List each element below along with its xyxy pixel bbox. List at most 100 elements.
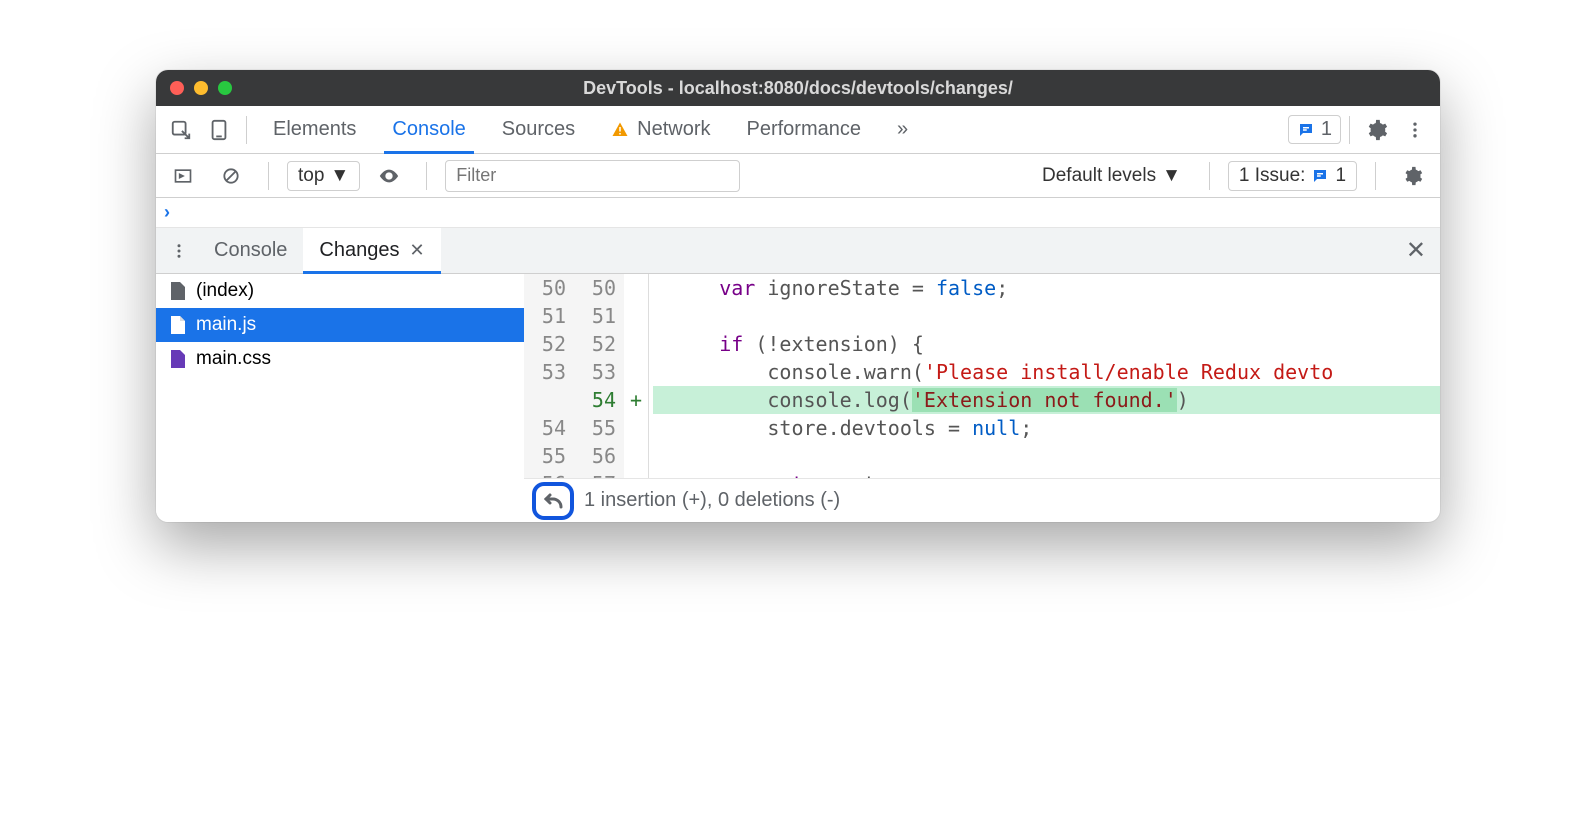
titlebar: DevTools - localhost:8080/docs/devtools/… <box>156 70 1440 106</box>
file-icon <box>170 315 186 335</box>
tab-sources[interactable]: Sources <box>484 106 593 153</box>
divider <box>1375 162 1376 190</box>
tab-label: Elements <box>273 118 356 141</box>
old-lineno <box>524 386 574 414</box>
diff-line: 56 57 return store; <box>524 470 1440 478</box>
main-tabstrip: Elements Console Sources Network Perform… <box>156 106 1440 154</box>
file-name: (index) <box>196 280 254 302</box>
diff-summary-text: 1 insertion (+), 0 deletions (-) <box>584 489 840 512</box>
issues-badge[interactable]: 1 <box>1288 115 1341 144</box>
new-lineno: 54 <box>574 386 624 414</box>
diff-marker: + <box>624 386 648 414</box>
old-lineno: 56 <box>524 470 574 478</box>
traffic-lights <box>170 81 232 95</box>
file-item-index[interactable]: (index) <box>156 274 524 308</box>
issue-count: 1 <box>1335 165 1346 187</box>
kebab-icon[interactable] <box>162 234 196 268</box>
inspect-icon[interactable] <box>164 113 198 147</box>
close-icon[interactable]: ✕ <box>409 240 424 261</box>
diff-lines: 50 50 var ignoreState = false; 51 51 52 … <box>524 274 1440 478</box>
new-lineno: 57 <box>574 470 624 478</box>
old-lineno: 55 <box>524 442 574 470</box>
revert-button[interactable] <box>532 482 574 520</box>
device-toggle-icon[interactable] <box>202 113 236 147</box>
code-text <box>653 442 1440 470</box>
divider <box>426 162 427 190</box>
divider <box>1209 162 1210 190</box>
tab-label: Changes <box>319 239 399 262</box>
diff-line: 50 50 var ignoreState = false; <box>524 274 1440 302</box>
file-icon <box>170 281 186 301</box>
console-toolbar: top ▼ Default levels ▼ 1 Issue: 1 <box>156 154 1440 198</box>
diff-marker <box>624 274 648 302</box>
tab-label: Sources <box>502 118 575 141</box>
level-label: Default levels <box>1042 165 1156 187</box>
minimize-window[interactable] <box>194 81 208 95</box>
diff-line: 55 56 <box>524 442 1440 470</box>
chevron-down-icon: ▼ <box>330 165 349 187</box>
divider <box>1349 116 1350 144</box>
gear-icon[interactable] <box>1360 113 1394 147</box>
clear-console-icon[interactable] <box>214 159 248 193</box>
new-lineno: 52 <box>574 330 624 358</box>
window-title: DevTools - localhost:8080/docs/devtools/… <box>156 78 1440 99</box>
drawer-tabstrip: Console Changes ✕ ✕ <box>156 228 1440 274</box>
close-drawer-icon[interactable]: ✕ <box>1396 236 1436 265</box>
tab-label: Performance <box>747 118 862 141</box>
divider <box>268 162 269 190</box>
devtools-window: DevTools - localhost:8080/docs/devtools/… <box>156 70 1440 522</box>
diff-line-added: 54 + console.log('Extension not found.') <box>524 386 1440 414</box>
old-lineno: 50 <box>524 274 574 302</box>
old-lineno: 51 <box>524 302 574 330</box>
drawer-tab-console[interactable]: Console <box>198 228 303 273</box>
code-text <box>653 302 1440 330</box>
console-prompt[interactable]: › <box>156 198 1440 228</box>
drawer-tab-changes[interactable]: Changes ✕ <box>303 228 440 273</box>
tab-label: Console <box>214 239 287 262</box>
file-name: main.css <box>196 348 271 370</box>
tab-overflow[interactable]: » <box>879 106 926 153</box>
kebab-icon[interactable] <box>1398 113 1432 147</box>
new-lineno: 56 <box>574 442 624 470</box>
issues-count: 1 <box>1321 118 1332 141</box>
diff-line: 53 53 console.warn('Please install/enabl… <box>524 358 1440 386</box>
diff-view: 50 50 var ignoreState = false; 51 51 52 … <box>524 274 1440 522</box>
diff-line: 54 55 store.devtools = null; <box>524 414 1440 442</box>
new-lineno: 55 <box>574 414 624 442</box>
tab-label: Network <box>637 118 710 141</box>
log-level-select[interactable]: Default levels ▼ <box>1032 162 1191 190</box>
tab-label: Console <box>392 118 465 141</box>
changed-files-list: (index) main.js main.css <box>156 274 524 522</box>
close-window[interactable] <box>170 81 184 95</box>
old-lineno: 53 <box>524 358 574 386</box>
code-text: console.warn('Please install/enable Redu… <box>653 358 1440 386</box>
issues-button[interactable]: 1 Issue: 1 <box>1228 161 1357 191</box>
tab-console[interactable]: Console <box>374 106 483 153</box>
gear-icon[interactable] <box>1396 159 1430 193</box>
context-select[interactable]: top ▼ <box>287 161 360 191</box>
divider <box>246 116 247 144</box>
chevron-down-icon: ▼ <box>1162 165 1181 187</box>
tab-network[interactable]: Network <box>593 106 728 153</box>
old-lineno: 52 <box>524 330 574 358</box>
maximize-window[interactable] <box>218 81 232 95</box>
file-item-mainjs[interactable]: main.js <box>156 308 524 342</box>
code-text: if (!extension) { <box>653 330 1440 358</box>
sidebar-toggle-icon[interactable] <box>166 159 200 193</box>
eye-icon[interactable] <box>372 159 406 193</box>
file-item-maincss[interactable]: main.css <box>156 342 524 376</box>
tab-performance[interactable]: Performance <box>729 106 880 153</box>
file-name: main.js <box>196 314 256 336</box>
code-text: store.devtools = null; <box>653 414 1440 442</box>
old-lineno: 54 <box>524 414 574 442</box>
diff-line: 51 51 <box>524 302 1440 330</box>
new-lineno: 51 <box>574 302 624 330</box>
new-lineno: 53 <box>574 358 624 386</box>
warning-icon <box>611 121 629 139</box>
new-lineno: 50 <box>574 274 624 302</box>
filter-input[interactable] <box>445 160 739 192</box>
file-icon <box>170 349 186 369</box>
undo-icon <box>541 491 565 511</box>
tab-elements[interactable]: Elements <box>255 106 374 153</box>
diff-summary-bar: 1 insertion (+), 0 deletions (-) <box>524 478 1440 522</box>
